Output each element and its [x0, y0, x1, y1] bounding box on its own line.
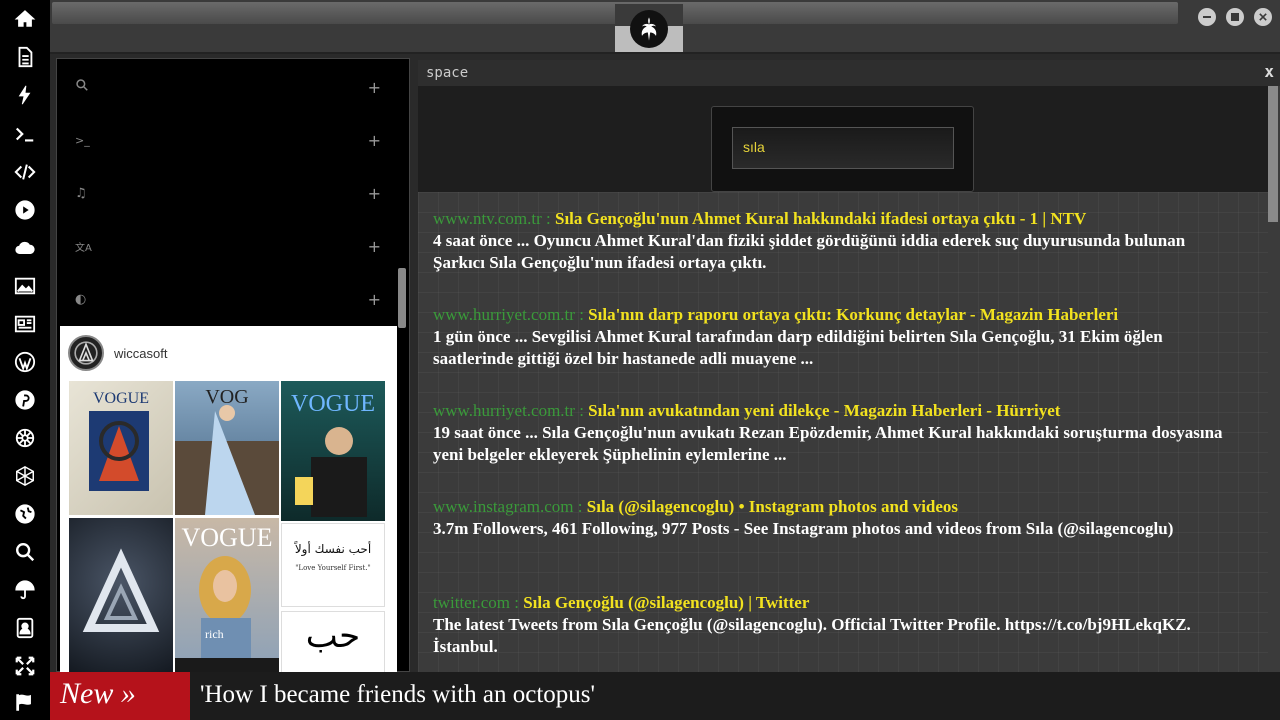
- close-window-button[interactable]: [1254, 8, 1272, 26]
- contrast-icon: ◐: [75, 291, 87, 307]
- result-title[interactable]: Sıla'nın darp raporu ortaya çıktı: Korku…: [588, 305, 1118, 324]
- panel-title: space: [426, 65, 469, 81]
- feed-tile[interactable]: VOGUE: [69, 381, 173, 515]
- cloud-icon[interactable]: [13, 236, 37, 260]
- maximize-button[interactable]: [1226, 8, 1244, 26]
- newspaper-icon[interactable]: [13, 312, 37, 336]
- feed-tile[interactable]: VOGUE rich: [175, 518, 279, 672]
- rebel-alliance-logo[interactable]: [630, 10, 668, 48]
- ticker-headline[interactable]: 'How I became friends with an octopus': [200, 681, 595, 709]
- close-panel-button[interactable]: x: [1264, 62, 1274, 81]
- code-icon[interactable]: [13, 160, 37, 184]
- main-panel: space x sıla www.ntv.com.tr : Sıla Genço…: [418, 60, 1280, 672]
- news-ticker: New » 'How I became friends with an octo…: [50, 672, 1280, 720]
- result-domain[interactable]: twitter.com :: [433, 593, 519, 612]
- tile-arabic-text: أحب نفسك أولاً: [294, 542, 372, 556]
- feed-tile[interactable]: VOG: [175, 381, 279, 515]
- search-result[interactable]: www.hurriyet.com.tr : Sıla'nın darp rapo…: [433, 304, 1233, 370]
- panel-row-contrast[interactable]: ◐ +: [57, 279, 397, 319]
- result-domain[interactable]: www.hurriyet.com.tr :: [433, 401, 584, 420]
- minimize-button[interactable]: [1198, 8, 1216, 26]
- document-icon[interactable]: [13, 45, 37, 69]
- feed-tile[interactable]: أحب نفسك أولاً "Love Yourself First.": [281, 523, 385, 607]
- feed-username[interactable]: wiccasoft: [114, 346, 167, 361]
- svg-text:VOGUE: VOGUE: [93, 390, 149, 407]
- feed-header: wiccasoft: [60, 326, 397, 380]
- umbrella-icon[interactable]: [13, 578, 37, 602]
- geometry-icon[interactable]: [13, 464, 37, 488]
- search-box: sıla: [711, 106, 974, 192]
- result-description: 3.7m Followers, 461 Following, 977 Posts…: [433, 519, 1174, 538]
- results-scrollbar[interactable]: [1268, 86, 1278, 222]
- image-feed: wiccasoft VOGUE VOG VOGUE VOGUE rich أحب …: [60, 326, 397, 672]
- result-domain[interactable]: www.ntv.com.tr :: [433, 209, 551, 228]
- search-input[interactable]: sıla: [732, 127, 954, 169]
- add-button[interactable]: +: [368, 184, 381, 203]
- panel-row-music[interactable]: ♫ +: [57, 173, 397, 213]
- result-title[interactable]: Sıla Gençoğlu'nun Ahmet Kural hakkındaki…: [555, 209, 1086, 228]
- result-title[interactable]: Sıla (@silagencoglu) • Instagram photos …: [587, 497, 958, 516]
- empire-icon[interactable]: [13, 426, 37, 450]
- play-icon[interactable]: [13, 198, 37, 222]
- globe-icon[interactable]: [13, 502, 37, 526]
- svg-text:VOGUE: VOGUE: [182, 523, 273, 552]
- result-domain[interactable]: www.instagram.com :: [433, 497, 583, 516]
- music-icon: ♫: [75, 185, 87, 201]
- tile-arabic-word: حب: [305, 616, 361, 656]
- svg-text:VOGUE: VOGUE: [291, 391, 375, 417]
- wordpress-icon[interactable]: [13, 350, 37, 374]
- search-result[interactable]: www.instagram.com : Sıla (@silagencoglu)…: [433, 496, 1233, 540]
- terminal-icon[interactable]: [13, 122, 37, 146]
- result-title[interactable]: Sıla'nın avukatından yeni dilekçe - Maga…: [588, 401, 1060, 420]
- add-button[interactable]: +: [368, 290, 381, 309]
- result-description: The latest Tweets from Sıla Gençoğlu (@s…: [433, 615, 1191, 656]
- panel-title-bar: space x: [418, 60, 1280, 86]
- panel-row-terminal[interactable]: >_ +: [57, 120, 397, 160]
- translate-icon: 文A: [75, 242, 92, 254]
- avatar[interactable]: [68, 335, 104, 371]
- search-result[interactable]: www.ntv.com.tr : Sıla Gençoğlu'nun Ahmet…: [433, 208, 1233, 274]
- search-icon[interactable]: [13, 540, 37, 564]
- add-button[interactable]: +: [368, 237, 381, 256]
- result-domain[interactable]: www.hurriyet.com.tr :: [433, 305, 584, 324]
- bolt-icon[interactable]: [13, 83, 37, 107]
- add-button[interactable]: +: [368, 131, 381, 150]
- home-icon[interactable]: [13, 7, 37, 31]
- pinterest-icon[interactable]: [13, 388, 37, 412]
- feed-tile[interactable]: [175, 658, 279, 672]
- result-description: 4 saat önce ... Oyuncu Ahmet Kural'dan f…: [433, 231, 1186, 272]
- svg-text:VOG: VOG: [205, 386, 248, 408]
- search-result[interactable]: twitter.com : Sıla Gençoğlu (@silagencog…: [433, 592, 1233, 658]
- search-results: www.ntv.com.tr : Sıla Gençoğlu'nun Ahmet…: [418, 192, 1268, 672]
- search-result[interactable]: www.hurriyet.com.tr : Sıla'nın avukatınd…: [433, 400, 1233, 466]
- tile-quote-text: "Love Yourself First.": [295, 564, 371, 572]
- panel-row-translate[interactable]: 文A +: [57, 226, 397, 266]
- result-title[interactable]: Sıla Gençoğlu (@silagencoglu) | Twitter: [523, 593, 809, 612]
- panel-row-search[interactable]: +: [57, 67, 397, 107]
- image-icon[interactable]: [13, 274, 37, 298]
- top-bar: [50, 0, 1280, 54]
- left-panel-scrollbar[interactable]: [398, 268, 406, 328]
- feed-tile[interactable]: VOGUE: [281, 381, 385, 521]
- icon-rail: [0, 0, 50, 720]
- feed-tile[interactable]: حب: [281, 611, 385, 672]
- search-area: sıla: [418, 86, 1268, 192]
- contact-icon[interactable]: [13, 616, 37, 640]
- ticker-label[interactable]: New »: [50, 672, 190, 720]
- feed-tile[interactable]: [69, 518, 173, 672]
- expand-icon[interactable]: [13, 654, 37, 678]
- result-description: 1 gün önce ... Sevgilisi Ahmet Kural tar…: [433, 327, 1163, 368]
- svg-text:rich: rich: [205, 627, 224, 641]
- search-icon: [75, 78, 89, 96]
- flag-icon[interactable]: [13, 690, 37, 714]
- terminal-icon: >_: [75, 133, 90, 147]
- add-button[interactable]: +: [368, 78, 381, 97]
- result-description: 19 saat önce ... Sıla Gençoğlu'nun avuka…: [433, 423, 1223, 464]
